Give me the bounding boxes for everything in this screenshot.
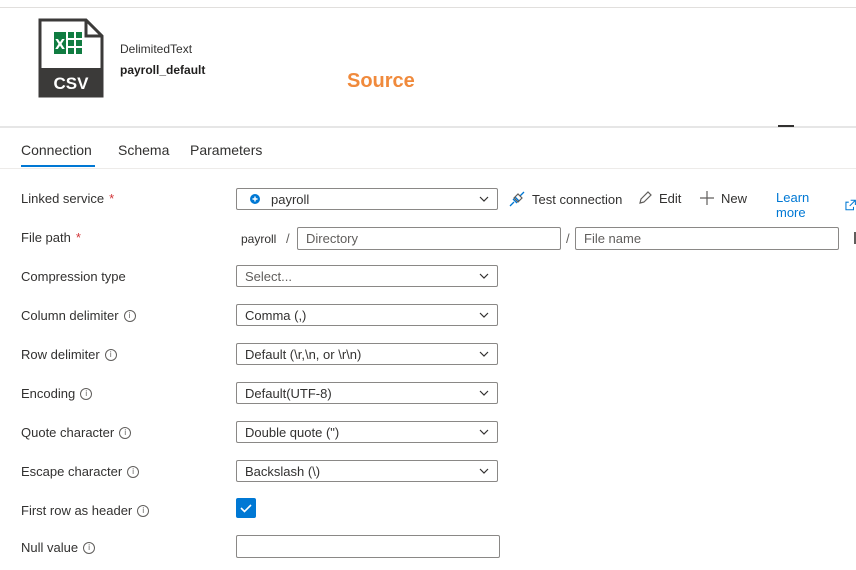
escape-character-value: Backslash (\): [245, 463, 321, 479]
escape-character-select[interactable]: Backslash (\): [236, 460, 498, 482]
linked-service-label: Linked service *: [21, 191, 114, 206]
info-icon[interactable]: i: [137, 504, 150, 517]
column-delimiter-select[interactable]: Comma (,): [236, 304, 498, 326]
info-icon[interactable]: i: [80, 387, 93, 400]
encoding-value: Default(UTF-8): [245, 385, 332, 401]
new-button[interactable]: New: [699, 190, 747, 206]
active-tab-indicator: [21, 165, 95, 167]
column-delimiter-label: Column delimiter i: [21, 308, 136, 323]
chevron-down-icon: [479, 390, 489, 396]
info-icon[interactable]: i: [83, 541, 96, 554]
dataset-name: payroll_default: [120, 63, 206, 77]
linked-service-select[interactable]: payroll: [236, 188, 498, 210]
new-label: New: [721, 190, 748, 206]
external-link-icon: [845, 199, 856, 211]
compression-type-label-text: Compression type: [21, 269, 126, 284]
learn-more-label: Learn more: [776, 190, 810, 220]
quote-character-select[interactable]: Double quote ("): [236, 421, 498, 443]
row-delimiter-select[interactable]: Default (\r,\n, or \r\n): [236, 343, 498, 365]
info-icon[interactable]: i: [127, 465, 140, 478]
csv-file-icon: X CSV: [38, 18, 104, 98]
row-delimiter-value: Default (\r,\n, or \r\n): [245, 346, 362, 362]
file-path-container: payroll: [241, 232, 277, 246]
linked-service-value: payroll: [271, 191, 310, 207]
pencil-icon: [639, 191, 652, 204]
first-row-header-checkbox[interactable]: [236, 498, 256, 518]
path-separator: /: [566, 231, 570, 246]
chevron-down-icon: [479, 351, 489, 357]
encoding-select[interactable]: Default(UTF-8): [236, 382, 498, 404]
test-connection-label: Test connection: [532, 191, 623, 207]
learn-more-link[interactable]: Learn more: [776, 190, 856, 220]
first-row-header-label: First row as header i: [21, 503, 150, 518]
quote-character-label-text: Quote character: [21, 425, 115, 440]
svg-text:X: X: [55, 38, 65, 53]
escape-character-label-text: Escape character: [21, 464, 123, 479]
checkmark-icon: [240, 504, 252, 513]
null-value-label-text: Null value: [21, 540, 79, 555]
null-value-label: Null value i: [21, 540, 96, 555]
column-delimiter-label-text: Column delimiter: [21, 308, 119, 323]
file-path-label-text: File path: [21, 230, 71, 245]
first-row-header-label-text: First row as header: [21, 503, 133, 518]
row-delimiter-label-text: Row delimiter: [21, 347, 100, 362]
test-connection-button[interactable]: Test connection: [508, 190, 622, 208]
info-icon[interactable]: i: [119, 426, 132, 439]
plus-icon: [700, 191, 714, 205]
edit-button[interactable]: Edit: [637, 190, 681, 206]
escape-character-label: Escape character i: [21, 464, 140, 479]
tab-bar: Connection Schema Parameters: [0, 128, 856, 169]
resize-handle[interactable]: [778, 125, 794, 127]
compression-type-select[interactable]: Select...: [236, 265, 498, 287]
tab-connection[interactable]: Connection: [21, 142, 92, 158]
null-value-input[interactable]: [236, 535, 500, 558]
linked-service-label-text: Linked service: [21, 191, 105, 206]
chevron-down-icon: [479, 312, 489, 318]
linked-service-icon: [250, 194, 260, 204]
tab-schema[interactable]: Schema: [118, 142, 169, 158]
tab-parameters[interactable]: Parameters: [190, 142, 262, 158]
chevron-down-icon: [479, 273, 489, 279]
directory-input[interactable]: [297, 227, 561, 250]
dataset-type: DelimitedText: [120, 42, 193, 56]
chevron-down-icon: [479, 468, 489, 474]
edit-label: Edit: [659, 190, 682, 206]
dataset-header: X CSV DelimitedText payroll_default Sour…: [0, 8, 856, 126]
quote-character-label: Quote character i: [21, 425, 132, 440]
required-marker: *: [75, 230, 81, 245]
required-marker: *: [109, 191, 115, 206]
panel-title: Source: [347, 70, 415, 92]
path-separator: /: [286, 231, 290, 246]
file-path-label: File path *: [21, 230, 81, 245]
file-name-input[interactable]: [575, 227, 839, 250]
info-icon[interactable]: i: [104, 348, 117, 361]
compression-type-value: Select...: [245, 268, 292, 284]
chevron-down-icon: [479, 429, 489, 435]
quote-character-value: Double quote ("): [245, 424, 340, 440]
encoding-label-text: Encoding: [21, 386, 76, 401]
plug-icon: [509, 191, 525, 207]
csv-icon-label: CSV: [54, 74, 90, 93]
info-icon[interactable]: i: [123, 309, 136, 322]
chevron-down-icon: [479, 196, 489, 202]
row-delimiter-label: Row delimiter i: [21, 347, 117, 362]
column-delimiter-value: Comma (,): [245, 307, 307, 323]
compression-type-label: Compression type: [21, 269, 126, 284]
encoding-label: Encoding i: [21, 386, 93, 401]
